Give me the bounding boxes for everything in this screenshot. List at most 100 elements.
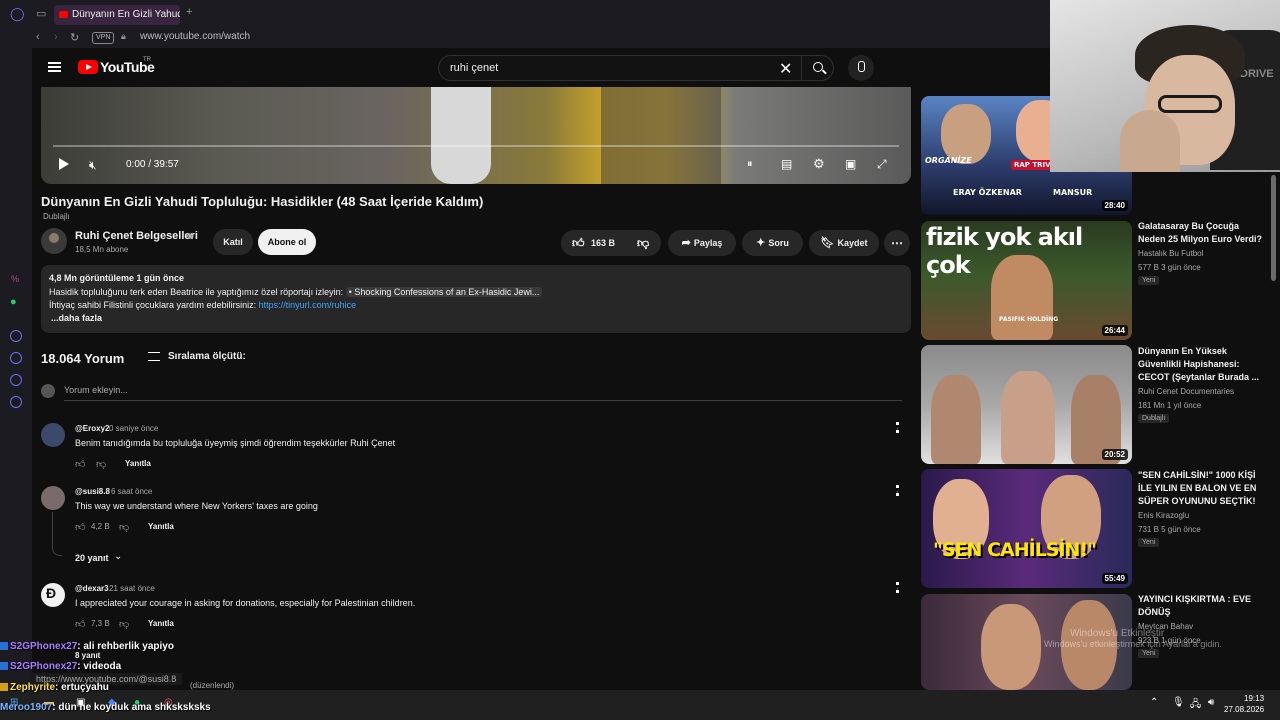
comment-time[interactable]: 21 saat önce: [109, 584, 155, 593]
subtitles-icon[interactable]: ▤: [781, 157, 792, 171]
recommended-channel[interactable]: Ruhi Cenet Documentaries: [1138, 387, 1234, 396]
streamer-glasses: [1158, 95, 1222, 113]
join-button[interactable]: Katıl: [213, 229, 253, 255]
show-more-link[interactable]: ...daha fazla: [51, 313, 102, 323]
whatsapp-icon[interactable]: ●: [10, 296, 17, 308]
dislike-icon[interactable]: 👎︎: [119, 618, 129, 630]
subscribe-button[interactable]: Abone ol: [258, 229, 316, 255]
browser-tab-active[interactable]: Dünyanın En Gizli Yahudi Topluluğu: [54, 5, 180, 25]
show-replies-button[interactable]: 20 yanıt: [75, 553, 109, 563]
browser-logo-icon[interactable]: ◯: [10, 6, 25, 22]
video-duration: 28:40: [1101, 200, 1128, 211]
play-icon[interactable]: [59, 158, 69, 170]
fullscreen-icon[interactable]: ⤢: [877, 157, 887, 172]
chevron-up-icon[interactable]: ⌃: [1150, 697, 1158, 708]
voice-search-icon[interactable]: [848, 55, 874, 81]
comment-author[interactable]: @susi8.8: [75, 487, 110, 496]
like-button[interactable]: 👍︎ 163 B 👎︎: [561, 230, 661, 256]
more-actions-button[interactable]: ⋯: [884, 230, 910, 256]
recommended-thumbnail[interactable]: fizik yok akıl çok PASIFIK HOLDİNG 26:44: [921, 221, 1132, 340]
like-icon[interactable]: 👍︎: [75, 521, 85, 533]
player-icon[interactable]: [10, 330, 22, 342]
address-bar[interactable]: www.youtube.com/watch: [140, 31, 250, 42]
scrollbar[interactable]: [1271, 175, 1276, 281]
chevron-down-icon[interactable]: ⌄: [114, 551, 122, 562]
comment-time[interactable]: 0 saniye önce: [109, 424, 158, 433]
progress-bar[interactable]: [53, 145, 899, 147]
channel-name[interactable]: Ruhi Çenet Belgeselleri: [75, 230, 198, 242]
search-box[interactable]: ruhi çenet ✕: [438, 55, 834, 81]
settings-icon[interactable]: [10, 396, 22, 408]
network-icon[interactable]: 🖧︎: [1190, 697, 1201, 714]
windows-activation-watermark: Windows'u Etkinleştir Windows'u etkinleş…: [1044, 628, 1222, 649]
description-box[interactable]: 4,8 Mn görüntüleme 1 gün önce Hasidik to…: [41, 265, 911, 333]
pause-autoplay-icon[interactable]: ⏸: [747, 158, 753, 171]
microphone-icon[interactable]: 🎙︎: [1172, 697, 1185, 708]
recommended-title[interactable]: YAYINCI KIŞKIRTMA : EVE DÖNÜŞ: [1138, 593, 1266, 619]
ask-button[interactable]: ✦ Soru: [742, 230, 803, 256]
system-clock[interactable]: 19:13 27.08.2026: [1224, 693, 1264, 715]
dislike-icon[interactable]: 👎︎: [96, 458, 106, 470]
comment-author[interactable]: @Eroxy2: [75, 424, 109, 433]
comment-menu-icon[interactable]: [896, 485, 899, 496]
recommended-thumbnail[interactable]: "SEN CAHİLSİN!" 55:49: [921, 469, 1132, 588]
show-replies-button[interactable]: 8 yanıt: [75, 651, 100, 660]
volume-icon[interactable]: 🔊︎: [1208, 697, 1214, 708]
comment-text: I appreciated your courage in asking for…: [75, 598, 416, 608]
like-icon[interactable]: 👍︎: [75, 458, 85, 470]
dislike-icon[interactable]: 👎︎: [119, 521, 129, 533]
new-tab-button[interactable]: +: [186, 6, 192, 18]
comment-avatar[interactable]: [41, 486, 65, 510]
comment-author[interactable]: @dexar3: [75, 584, 109, 593]
comment-menu-icon[interactable]: [896, 582, 899, 593]
menu-icon[interactable]: [48, 62, 61, 72]
add-comment-input[interactable]: Yorum ekleyin...: [64, 385, 128, 395]
channel-avatar[interactable]: [41, 228, 67, 254]
lock-icon: 🔒︎: [121, 31, 126, 41]
vpn-badge[interactable]: VPN: [92, 32, 115, 44]
reload-icon[interactable]: ↻: [70, 31, 79, 44]
save-button[interactable]: 🔖︎ Kaydet: [809, 230, 879, 256]
comment-avatar[interactable]: [41, 423, 65, 447]
youtube-logo-icon[interactable]: [78, 60, 98, 74]
recommended-channel[interactable]: Hastalık Bu Futbol: [1138, 249, 1203, 258]
recommended-thumbnail[interactable]: 20:52: [921, 345, 1132, 464]
video-frame-figure: [431, 87, 491, 184]
percent-icon[interactable]: %: [11, 274, 19, 284]
tab-menu-icon[interactable]: ▭: [36, 7, 46, 20]
donation-link[interactable]: https://tinyurl.com/ruhice: [259, 300, 357, 310]
clear-search-icon[interactable]: ✕: [779, 59, 792, 79]
history-icon[interactable]: [10, 352, 22, 364]
recommended-title[interactable]: Galatasaray Bu Çocuğa Neden 25 Milyon Eu…: [1138, 220, 1266, 246]
search-input[interactable]: ruhi çenet: [450, 62, 498, 74]
comment-input-underline: [64, 400, 902, 401]
dislike-icon[interactable]: 👎︎: [637, 230, 649, 256]
miniplayer-icon[interactable]: ▣: [845, 157, 856, 171]
sparkle-icon: ✦: [756, 237, 769, 249]
bookmark-icon: 🔖︎: [820, 237, 838, 249]
sort-button[interactable]: Sıralama ölçütü:: [168, 351, 246, 362]
like-icon[interactable]: 👍︎: [75, 618, 85, 630]
comment-time[interactable]: 6 saat önce: [111, 487, 152, 496]
reply-button[interactable]: Yanıtla: [148, 522, 174, 531]
settings-gear-icon[interactable]: ⚙: [813, 156, 825, 172]
share-button[interactable]: ➦ Paylaş: [668, 230, 736, 256]
search-button[interactable]: [801, 56, 835, 80]
back-icon[interactable]: ‹: [36, 31, 40, 43]
recommended-title[interactable]: Dünyanın En Yüksek Güvenlikli Hapishanes…: [1138, 345, 1266, 384]
subscriber-badge-icon: [0, 683, 8, 692]
video-link-chip[interactable]: • Shocking Confessions of an Ex-Hasidic …: [345, 287, 543, 297]
send-icon[interactable]: [10, 374, 22, 386]
forward-icon[interactable]: ›: [54, 31, 58, 43]
reply-button[interactable]: Yanıtla: [125, 459, 151, 468]
sort-icon[interactable]: [148, 352, 160, 361]
recommended-channel[interactable]: Enis Kirazoglu: [1138, 511, 1189, 520]
chat-message: S2GPhonex27: ali rehberlik yapiyo: [0, 641, 174, 652]
mute-icon[interactable]: 🔇︎: [89, 158, 97, 173]
reply-button[interactable]: Yanıtla: [148, 619, 174, 628]
recommended-title[interactable]: "SEN CAHİLSİN!" 1000 KİŞİ İLE YILIN EN B…: [1138, 469, 1266, 508]
chat-text: : videoda: [77, 661, 122, 672]
video-player[interactable]: 🔇︎ 0:00 / 39:57 ⏸ ▤ ⚙ ▣ ⤢: [41, 87, 911, 184]
comment-menu-icon[interactable]: [896, 422, 899, 433]
chat-user: S2GPhonex27: [10, 661, 78, 672]
